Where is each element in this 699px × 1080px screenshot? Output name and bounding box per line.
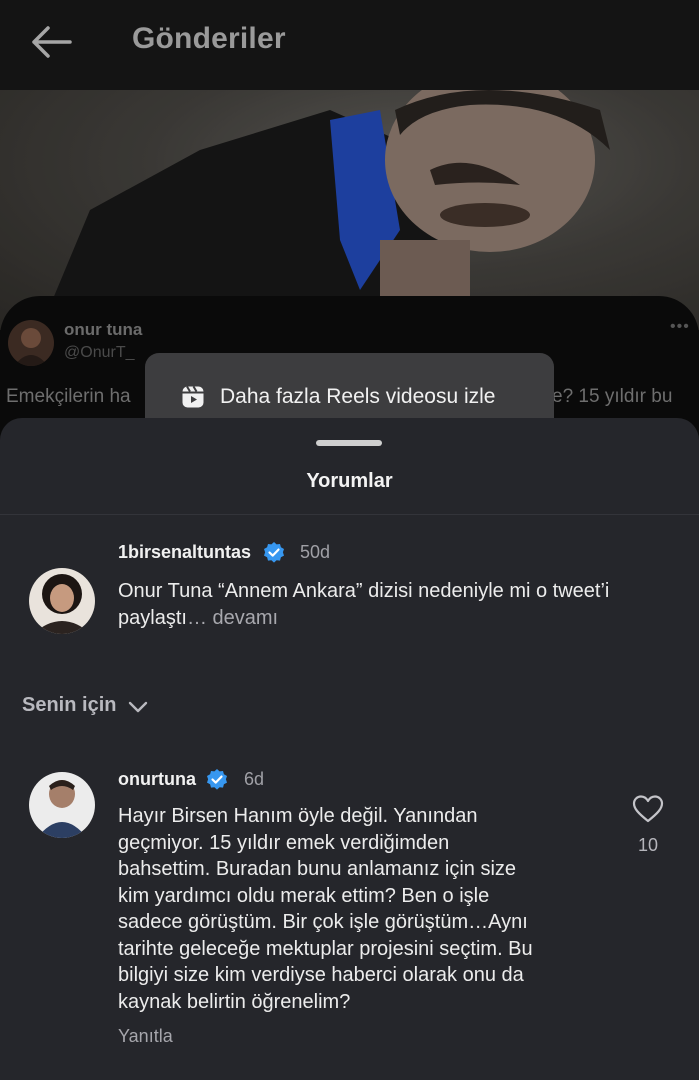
heart-icon[interactable] [632, 794, 664, 824]
comment-line: kaynak belirtin öğrenelim? [118, 990, 351, 1013]
page-title: Gönderiler [132, 22, 286, 55]
reels-icon [182, 385, 204, 408]
tweet-author-name: onur tuna [64, 320, 143, 339]
reply-button[interactable]: Yanıtla [118, 1026, 173, 1047]
arrow-left-icon [32, 26, 72, 58]
divider [0, 514, 699, 515]
post-image [0, 90, 699, 330]
like-count: 10 [637, 835, 659, 855]
tweet-author-handle: @OnurT_ [64, 344, 135, 361]
ellipsis-icon: ••• [670, 318, 690, 335]
verified-badge-icon [207, 769, 227, 790]
avatar[interactable] [29, 568, 95, 634]
top-bar: Gönderiler [0, 0, 699, 90]
comment-line: bilgiyi size kim verdiyse haberci olarak… [118, 964, 524, 986]
comments-sheet: Yorumlar 1birsenaltuntas 50d Onur Tuna “… [0, 418, 699, 1080]
comment-line: tarihte geleceğe mektuplar projesini seç… [118, 937, 533, 960]
avatar [8, 320, 54, 366]
see-more-link[interactable]: … devamı [187, 607, 278, 629]
avatar[interactable] [29, 772, 95, 838]
back-button[interactable] [26, 22, 76, 62]
comment-text: Hayır Birsen Hanım öyle değil. Yanından … [118, 803, 618, 1015]
sheet-title: Yorumlar [306, 470, 393, 492]
sort-filter-dropdown[interactable]: Senin için [22, 694, 116, 717]
comment-line: Hayır Birsen Hanım öyle değil. Yanından [118, 805, 478, 827]
comment-line: sadece görüştüm. Bir çok işle görüştüm…A… [118, 911, 528, 933]
comment-username[interactable]: onurtuna [118, 769, 196, 790]
comment-time: 50d [300, 542, 331, 562]
comment-line: kim yardımcı oldu merak ettim? Ben o işl… [118, 884, 490, 907]
comment-line: geçmiyor. 15 yıldır emek verdiğimden [118, 831, 450, 854]
verified-badge-icon [264, 542, 284, 563]
reels-button-label: Daha fazla Reels videosu izle [220, 385, 496, 408]
sheet-drag-handle[interactable] [316, 440, 382, 446]
tweet-text: e? 15 yıldır bu [552, 386, 673, 407]
comment-username[interactable]: 1birsenaltuntas [118, 542, 251, 563]
comment-time: 6d [244, 769, 265, 789]
comment-line: bahsettim. Buradan bunu anlamanız için s… [118, 858, 517, 880]
comment-text: Onur Tuna “Annem Ankara” dizisi nedeniyl… [118, 578, 683, 631]
chevron-down-icon[interactable] [128, 700, 148, 714]
tweet-text: Emekçilerin ha [6, 386, 131, 407]
